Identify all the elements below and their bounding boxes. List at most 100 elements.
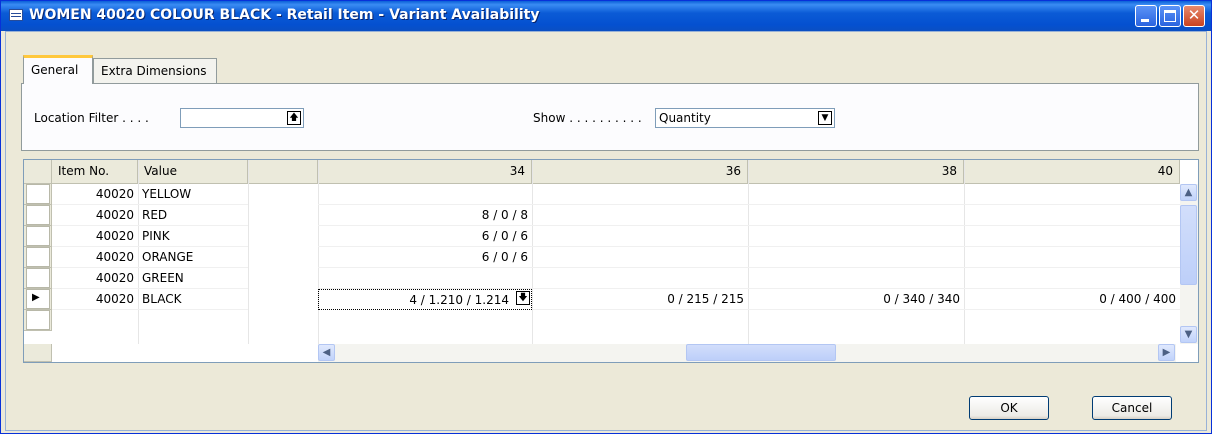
column-header-size[interactable]: 34 — [318, 160, 532, 184]
column-header-size[interactable]: 36 — [532, 160, 748, 184]
horizontal-scrollbar[interactable]: ◀ ▶ — [318, 344, 1176, 362]
row-selector-box — [26, 247, 50, 267]
cell-availability[interactable] — [532, 205, 748, 226]
scroll-right-button[interactable]: ▶ — [1158, 344, 1175, 361]
column-header-value[interactable]: Value — [138, 160, 248, 184]
cell-availability[interactable] — [532, 247, 748, 268]
row-selector-header — [24, 160, 52, 184]
show-select[interactable]: Quantity ▼ — [655, 108, 835, 128]
chevron-down-icon: ▼ — [1184, 329, 1193, 340]
cell-item-no[interactable]: 40020 — [52, 226, 138, 247]
lookup-icon: 🡅 — [289, 113, 299, 123]
row-selector[interactable] — [24, 184, 52, 205]
cell-availability[interactable] — [318, 184, 532, 205]
cell-value[interactable]: RED — [138, 205, 248, 226]
cell-availability[interactable] — [748, 268, 964, 289]
cell-availability[interactable]: 8 / 0 / 8 — [318, 205, 532, 226]
cell-availability[interactable]: 0 / 400 / 400 — [964, 289, 1180, 310]
chevron-left-icon: ◀ — [322, 347, 331, 358]
cell-availability[interactable] — [964, 184, 1180, 205]
variant-availability-window: WOMEN 40020 COLOUR BLACK - Retail Item -… — [0, 0, 1212, 434]
cell-availability[interactable] — [964, 226, 1180, 247]
cell-availability[interactable] — [748, 226, 964, 247]
ok-button[interactable]: OK — [969, 396, 1049, 420]
minimize-icon — [1141, 19, 1149, 22]
cell-value[interactable]: PINK — [138, 226, 248, 247]
cell-availability[interactable] — [318, 268, 532, 289]
cell-availability[interactable]: 0 / 215 / 215 — [532, 289, 748, 310]
cell-value[interactable]: ORANGE — [138, 247, 248, 268]
column-header-blank — [248, 160, 318, 184]
cell-value[interactable]: GREEN — [138, 268, 248, 289]
column-header-size[interactable]: 38 — [748, 160, 964, 184]
chevron-down-icon: ▼ — [821, 113, 829, 123]
cell-value[interactable]: BLACK — [138, 289, 248, 310]
general-tab-panel: Location Filter . . . . 🡅 Show . . . . .… — [21, 83, 1199, 151]
maximize-icon — [1164, 10, 1176, 22]
window-title: WOMEN 40020 COLOUR BLACK - Retail Item -… — [29, 7, 540, 23]
drilldown-wrapper: 🡇 — [512, 289, 532, 310]
cell-availability[interactable] — [532, 226, 748, 247]
horizontal-scroll-thumb[interactable] — [686, 344, 836, 361]
vertical-scrollbar[interactable]: ▲ ▼ — [1180, 184, 1198, 344]
cell-availability[interactable]: 0 / 340 / 340 — [748, 289, 964, 310]
row-selector-box — [26, 268, 50, 288]
cell-value[interactable]: YELLOW — [138, 184, 248, 205]
row-selector-box — [26, 184, 50, 204]
cell-item-no[interactable]: 40020 — [52, 289, 138, 310]
chevron-right-icon: ▶ — [1162, 347, 1171, 358]
cell-availability[interactable]: 4 / 1.210 / 1.214 — [318, 289, 532, 310]
tab-general[interactable]: General — [23, 55, 93, 84]
cell-availability[interactable] — [964, 205, 1180, 226]
drilldown-button[interactable]: 🡇 — [516, 291, 530, 305]
location-filter-field[interactable]: 🡅 — [180, 108, 304, 128]
cell-availability[interactable] — [532, 184, 748, 205]
row-selector[interactable] — [24, 205, 52, 226]
row-selector-box — [26, 205, 50, 225]
show-value: Quantity — [659, 111, 711, 125]
column-header-item-no[interactable]: Item No. — [52, 160, 138, 184]
lookup-button[interactable]: 🡅 — [287, 111, 301, 125]
row-selector[interactable] — [24, 310, 52, 331]
vertical-scroll-thumb[interactable] — [1180, 205, 1197, 285]
cell-availability[interactable] — [748, 247, 964, 268]
tab-extra-dimensions[interactable]: Extra Dimensions — [93, 58, 217, 83]
row-selector[interactable] — [24, 226, 52, 247]
cell-availability[interactable] — [748, 184, 964, 205]
row-selector-box — [26, 226, 50, 246]
row-selector-footer — [24, 344, 52, 362]
cell-availability[interactable] — [964, 247, 1180, 268]
maximize-button[interactable] — [1159, 5, 1181, 27]
cell-item-no[interactable]: 40020 — [52, 268, 138, 289]
cell-item-no[interactable]: 40020 — [52, 184, 138, 205]
dropdown-button[interactable]: ▼ — [818, 111, 832, 125]
current-row-indicator-icon: ▶ — [32, 292, 40, 303]
minimize-button[interactable] — [1135, 5, 1157, 27]
cell-availability[interactable] — [964, 268, 1180, 289]
close-button[interactable]: ✕ — [1183, 5, 1205, 27]
row-selector[interactable] — [24, 247, 52, 268]
row-selector-box — [26, 310, 50, 330]
row-selector[interactable] — [24, 268, 52, 289]
scroll-left-button[interactable]: ◀ — [318, 344, 335, 361]
cell-availability[interactable] — [532, 268, 748, 289]
cell-item-no[interactable]: 40020 — [52, 247, 138, 268]
cell-item-no[interactable]: 40020 — [52, 205, 138, 226]
cell-availability[interactable]: 6 / 0 / 6 — [318, 247, 532, 268]
column-header-size[interactable]: 40 — [964, 160, 1180, 184]
scroll-up-button[interactable]: ▲ — [1180, 184, 1197, 201]
show-label: Show . . . . . . . . . . — [533, 111, 642, 125]
form-icon — [9, 9, 23, 21]
close-icon: ✕ — [1187, 6, 1201, 24]
cell-availability[interactable]: 6 / 0 / 6 — [318, 226, 532, 247]
column-divider — [248, 160, 249, 344]
row-selector[interactable]: ▶ — [24, 289, 52, 310]
cell-availability[interactable] — [748, 205, 964, 226]
arrow-down-icon: 🡇 — [518, 293, 528, 303]
scroll-down-button[interactable]: ▼ — [1180, 326, 1197, 343]
title-bar[interactable]: WOMEN 40020 COLOUR BLACK - Retail Item -… — [1, 1, 1211, 31]
availability-grid[interactable]: Item No. Value 34 36 38 40 40020 YELLOW 40… — [23, 159, 1199, 363]
location-filter-label: Location Filter . . . . — [34, 111, 149, 125]
cancel-button[interactable]: Cancel — [1092, 396, 1172, 420]
chevron-up-icon: ▲ — [1184, 187, 1193, 198]
